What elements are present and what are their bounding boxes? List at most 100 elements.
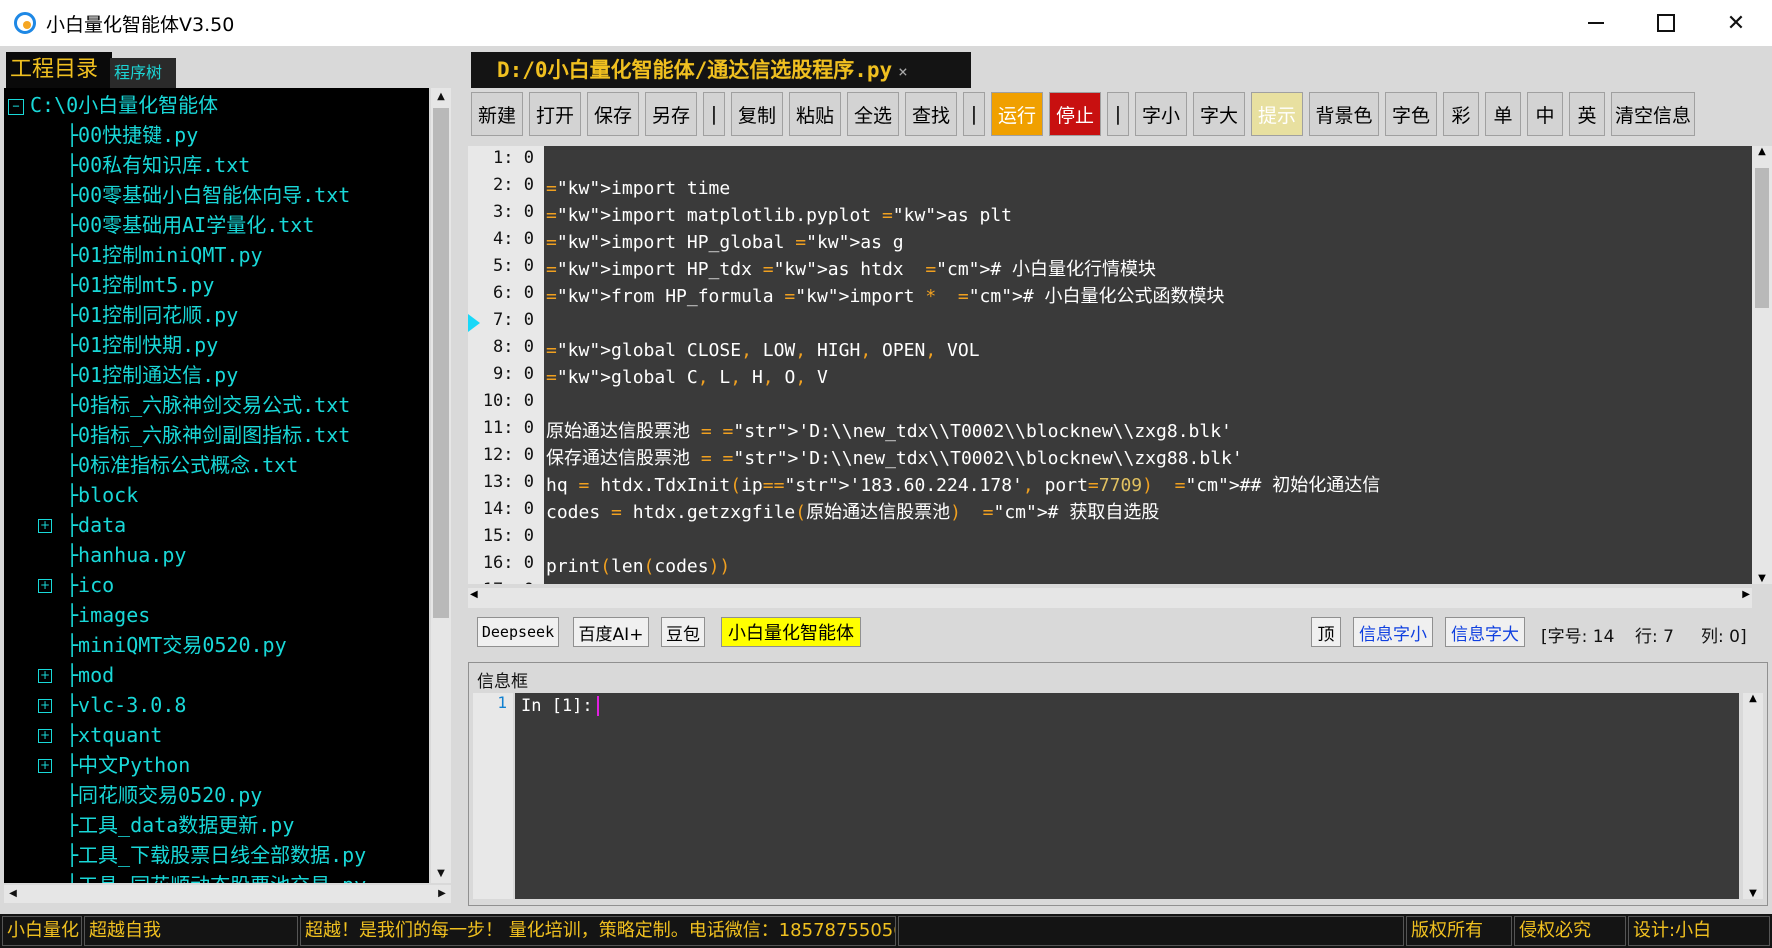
- maximize-button[interactable]: [1630, 0, 1702, 46]
- scroll-up-icon[interactable]: ▲: [1743, 693, 1763, 704]
- background-color-button[interactable]: 背景色: [1309, 92, 1379, 136]
- tree-item[interactable]: ├xtquant: [66, 720, 162, 750]
- console-output[interactable]: In [1]:: [515, 693, 1739, 899]
- scroll-thumb[interactable]: [1755, 168, 1769, 308]
- tree-item[interactable]: ├00零基础小白智能体向导.txt: [66, 180, 350, 210]
- copy-button[interactable]: 复制: [731, 92, 783, 136]
- tree-item[interactable]: ├miniQMT交易0520.py: [66, 630, 287, 660]
- tree-item[interactable]: ├vlc-3.0.8: [66, 690, 186, 720]
- expand-icon[interactable]: +: [38, 519, 52, 533]
- scroll-up-icon[interactable]: ▲: [431, 88, 451, 106]
- expand-icon[interactable]: +: [38, 759, 52, 773]
- expand-icon[interactable]: +: [38, 699, 52, 713]
- tree-item[interactable]: ├ico: [66, 570, 114, 600]
- tree-item[interactable]: ├中文Python: [66, 750, 190, 780]
- scroll-left-icon[interactable]: ◀: [4, 885, 22, 903]
- baidu-ai-button[interactable]: 百度AI+: [573, 617, 649, 647]
- english-mode-button[interactable]: 英: [1569, 92, 1605, 136]
- expand-icon[interactable]: +: [38, 579, 52, 593]
- expand-icon[interactable]: +: [38, 669, 52, 683]
- code-line[interactable]: 保存通达信股票池 = ="str">'D:\\new_tdx\\T0002\\b…: [546, 445, 1243, 472]
- code-editor[interactable]: 1: 0 2: 0 3: 0 4: 0 5: 0 6: 0 7: 0 8: 0 9: 0 10: …: [468, 146, 1752, 584]
- info-font-larger-button[interactable]: 信息字大: [1445, 617, 1525, 647]
- code-line[interactable]: ="kw">import matplotlib.pyplot ="kw">as …: [546, 202, 1012, 229]
- font-color-button[interactable]: 字色: [1385, 92, 1437, 136]
- tree-item[interactable]: ├01控制mt5.py: [66, 270, 214, 300]
- scroll-down-icon[interactable]: ▼: [431, 865, 451, 883]
- code-line[interactable]: hq = htdx.TdxInit(ip=="str">'183.60.224.…: [546, 472, 1380, 499]
- scroll-left-icon[interactable]: ◀: [470, 589, 478, 600]
- code-line[interactable]: 原始通达信股票池 = ="str">'D:\\new_tdx\\T0002\\b…: [546, 418, 1232, 445]
- tree-item[interactable]: ├hanhua.py: [66, 540, 186, 570]
- scroll-down-icon[interactable]: ▼: [1743, 888, 1763, 899]
- tree-item[interactable]: ├00快捷键.py: [66, 120, 198, 150]
- hint-button[interactable]: 提示: [1251, 92, 1303, 136]
- scroll-thumb[interactable]: [433, 108, 449, 618]
- xiaobai-agent-button[interactable]: 小白量化智能体: [721, 617, 861, 647]
- code-line[interactable]: print(len(codes)): [546, 553, 730, 580]
- info-vertical-scrollbar[interactable]: ▲ ▼: [1743, 693, 1763, 899]
- close-tab-icon[interactable]: ×: [898, 62, 908, 81]
- tree-item[interactable]: ├mod: [66, 660, 114, 690]
- tree-item[interactable]: ├01控制miniQMT.py: [66, 240, 263, 270]
- tree-root[interactable]: − C:\0小白量化智能体: [8, 90, 218, 120]
- paste-button[interactable]: 粘贴: [789, 92, 841, 136]
- tree-item[interactable]: ├工具_同花顺动态股票池交易.py: [66, 870, 366, 883]
- tree-item[interactable]: ├0指标_六脉神剑副图指标.txt: [66, 420, 350, 450]
- save-as-button[interactable]: 另存: [645, 92, 697, 136]
- deepseek-button[interactable]: Deepseek: [477, 617, 559, 647]
- color-mode-button[interactable]: 彩: [1443, 92, 1479, 136]
- chinese-mode-button[interactable]: 中: [1527, 92, 1563, 136]
- tab-project-directory[interactable]: 工程目录: [6, 52, 112, 88]
- select-all-button[interactable]: 全选: [847, 92, 899, 136]
- tree-item[interactable]: ├工具_data数据更新.py: [66, 810, 294, 840]
- tree-item[interactable]: ├00私有知识库.txt: [66, 150, 250, 180]
- tree-item[interactable]: ├0指标_六脉神剑交易公式.txt: [66, 390, 350, 420]
- tree-item[interactable]: ├images: [66, 600, 150, 630]
- clear-info-button[interactable]: 清空信息: [1611, 92, 1695, 136]
- scroll-down-icon[interactable]: ▼: [1752, 573, 1772, 584]
- save-button[interactable]: 保存: [587, 92, 639, 136]
- file-tree[interactable]: − C:\0小白量化智能体 ├00快捷键.py ├00私有知识库.txt ├00零基础…: [4, 88, 429, 883]
- tree-vertical-scrollbar[interactable]: ▲ ▼: [431, 88, 451, 883]
- code-line[interactable]: ="kw">import time: [546, 175, 730, 202]
- stop-button[interactable]: 停止: [1049, 92, 1101, 136]
- minimize-button[interactable]: [1560, 0, 1632, 46]
- code-line[interactable]: ="kw">import HP_tdx ="kw">as htdx ="cm">…: [546, 256, 1156, 283]
- tree-item[interactable]: ├block: [66, 480, 138, 510]
- tree-item[interactable]: ├01控制快期.py: [66, 330, 218, 360]
- scroll-right-icon[interactable]: ▶: [433, 885, 451, 903]
- expand-icon[interactable]: +: [38, 729, 52, 743]
- editor-tab[interactable]: D:/0小白量化智能体/通达信选股程序.py ×: [471, 52, 971, 88]
- tree-item[interactable]: ├工具_下载股票日线全部数据.py: [66, 840, 366, 870]
- tree-item[interactable]: ├data: [66, 510, 126, 540]
- tree-item[interactable]: ├0标准指标公式概念.txt: [66, 450, 298, 480]
- top-button[interactable]: 顶: [1311, 617, 1341, 647]
- info-font-smaller-button[interactable]: 信息字小: [1353, 617, 1433, 647]
- tree-horizontal-scrollbar[interactable]: ◀ ▶: [4, 885, 451, 903]
- mono-mode-button[interactable]: 单: [1485, 92, 1521, 136]
- code-vertical-scrollbar[interactable]: ▲ ▼: [1752, 146, 1772, 584]
- find-button[interactable]: 查找: [905, 92, 957, 136]
- close-button[interactable]: ✕: [1700, 0, 1772, 46]
- code-line[interactable]: ="kw">from HP_formula ="kw">import * ="c…: [546, 283, 1225, 310]
- scroll-up-icon[interactable]: ▲: [1752, 146, 1772, 157]
- tree-item[interactable]: ├01控制通达信.py: [66, 360, 238, 390]
- doubao-button[interactable]: 豆包: [661, 617, 705, 647]
- scroll-right-icon[interactable]: ▶: [1742, 589, 1750, 600]
- tree-item[interactable]: ├00零基础用AI学量化.txt: [66, 210, 314, 240]
- tree-item[interactable]: ├同花顺交易0520.py: [66, 780, 262, 810]
- open-button[interactable]: 打开: [529, 92, 581, 136]
- tree-item[interactable]: ├01控制同花顺.py: [66, 300, 238, 330]
- code-line[interactable]: codes = htdx.getzxgfile(原始通达信股票池) ="cm">…: [546, 499, 1159, 526]
- run-button[interactable]: 运行: [991, 92, 1043, 136]
- code-line[interactable]: ="kw">global C, L, H, O, V: [546, 364, 828, 391]
- code-line[interactable]: ="kw">import HP_global ="kw">as g: [546, 229, 904, 256]
- tab-program-tree[interactable]: 程序树: [110, 58, 176, 88]
- code-line[interactable]: ="kw">global CLOSE, LOW, HIGH, OPEN, VOL: [546, 337, 980, 364]
- font-smaller-button[interactable]: 字小: [1135, 92, 1187, 136]
- new-button[interactable]: 新建: [471, 92, 523, 136]
- collapse-icon[interactable]: −: [8, 98, 24, 115]
- font-larger-button[interactable]: 字大: [1193, 92, 1245, 136]
- code-horizontal-scrollbar[interactable]: ◀ ▶: [468, 588, 1752, 608]
